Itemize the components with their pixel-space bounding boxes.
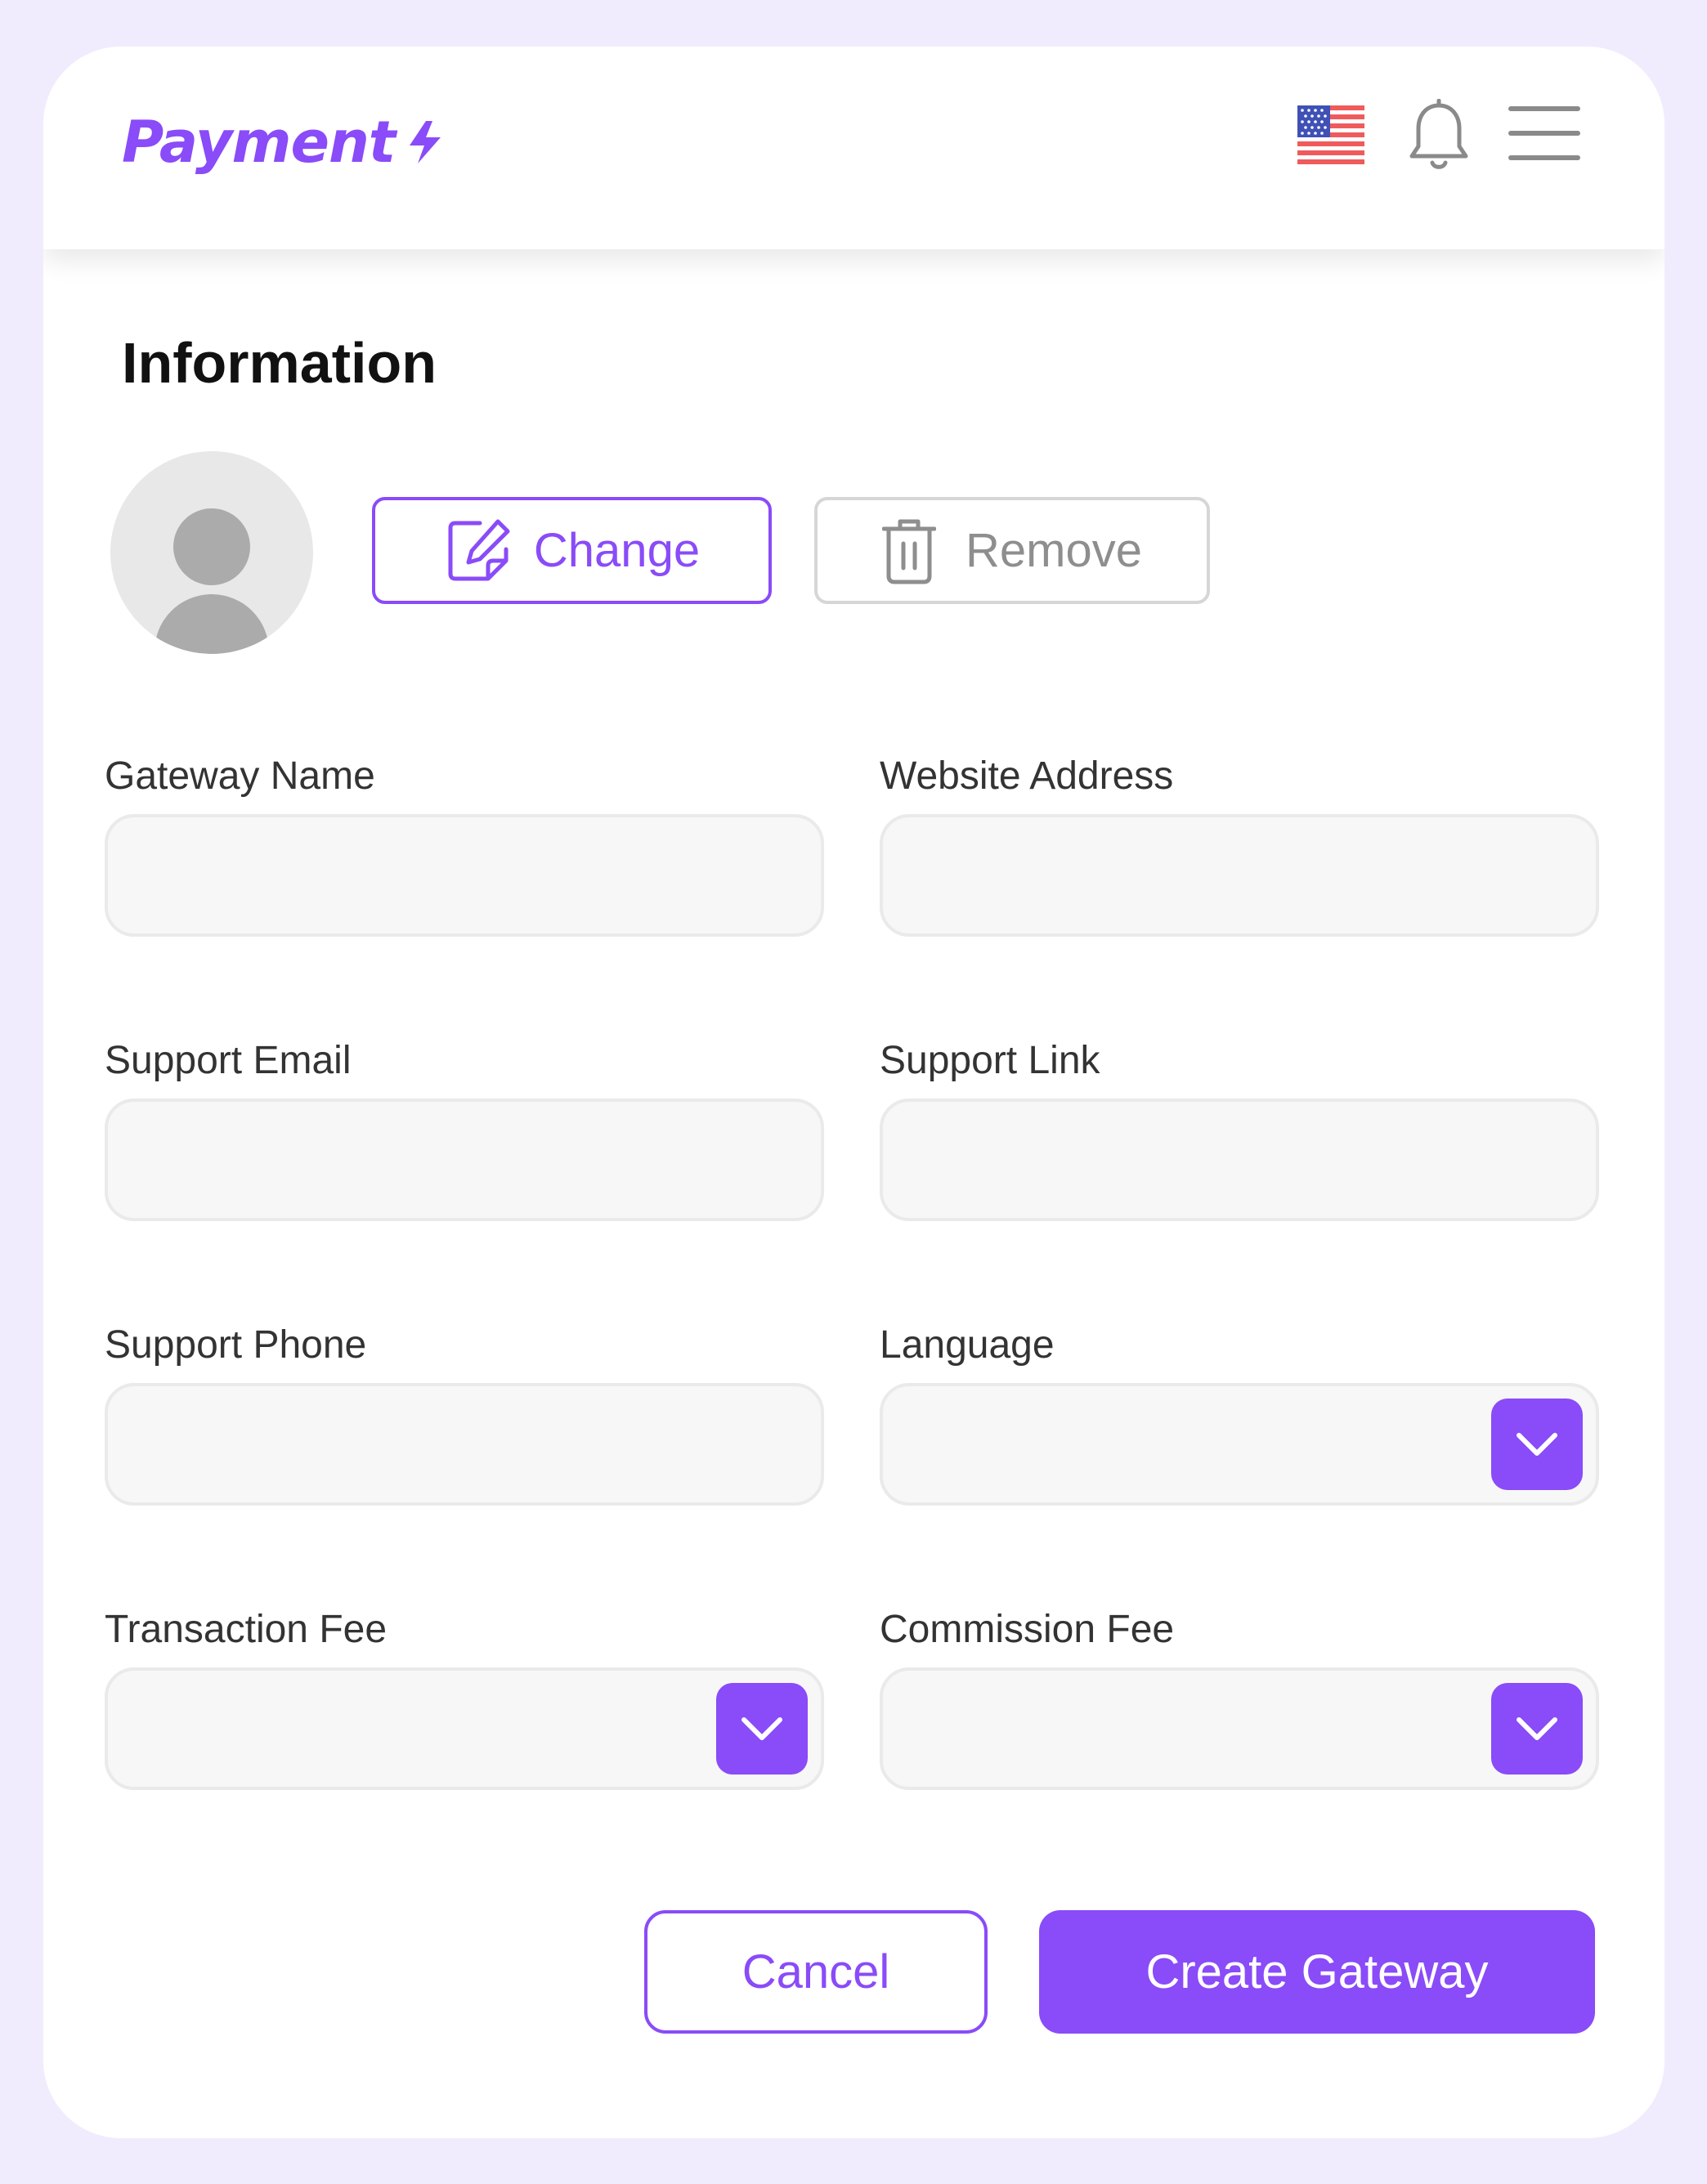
logo-text: Payment <box>122 109 396 176</box>
language-dropdown-button[interactable] <box>1491 1399 1583 1490</box>
change-avatar-button[interactable]: Change <box>372 497 772 604</box>
create-gateway-button[interactable]: Create Gateway <box>1039 1910 1595 2034</box>
gateway-name-label: Gateway Name <box>105 754 375 798</box>
avatar <box>110 451 313 654</box>
transaction-fee-dropdown-button[interactable] <box>716 1683 808 1774</box>
transaction-fee-select[interactable] <box>105 1667 824 1790</box>
logo[interactable]: Payment <box>122 109 446 176</box>
support-link-label: Support Link <box>880 1039 1100 1082</box>
edit-icon <box>448 519 510 580</box>
remove-avatar-button[interactable]: Remove <box>814 497 1210 604</box>
us-flag-icon[interactable] <box>1297 105 1364 164</box>
hamburger-menu-icon[interactable] <box>1508 104 1581 163</box>
change-button-label: Change <box>533 524 701 577</box>
form-card: Payment Information Change Remove Gatewa… <box>43 47 1664 2138</box>
top-header: Payment <box>43 47 1664 249</box>
support-email-input[interactable] <box>105 1099 824 1221</box>
support-link-input[interactable] <box>880 1099 1599 1221</box>
cancel-button[interactable]: Cancel <box>644 1910 988 2034</box>
commission-fee-dropdown-button[interactable] <box>1491 1683 1583 1774</box>
user-avatar-placeholder-icon <box>155 508 269 654</box>
support-phone-label: Support Phone <box>105 1323 367 1367</box>
website-address-input[interactable] <box>880 814 1599 937</box>
remove-button-label: Remove <box>966 524 1142 577</box>
bell-icon[interactable] <box>1405 99 1472 172</box>
commission-fee-select[interactable] <box>880 1667 1599 1790</box>
transaction-fee-label: Transaction Fee <box>105 1608 388 1651</box>
chevron-down-icon <box>1517 1717 1557 1740</box>
bolt-icon <box>410 121 441 163</box>
chevron-down-icon <box>1517 1433 1557 1456</box>
support-email-label: Support Email <box>105 1039 352 1082</box>
gateway-name-input[interactable] <box>105 814 824 937</box>
support-phone-input[interactable] <box>105 1383 824 1506</box>
trash-icon <box>882 519 936 584</box>
language-label: Language <box>880 1323 1055 1367</box>
website-address-label: Website Address <box>880 754 1174 798</box>
commission-fee-label: Commission Fee <box>880 1608 1175 1651</box>
page-title: Information <box>122 331 437 395</box>
chevron-down-icon <box>741 1717 782 1740</box>
language-select[interactable] <box>880 1383 1599 1506</box>
